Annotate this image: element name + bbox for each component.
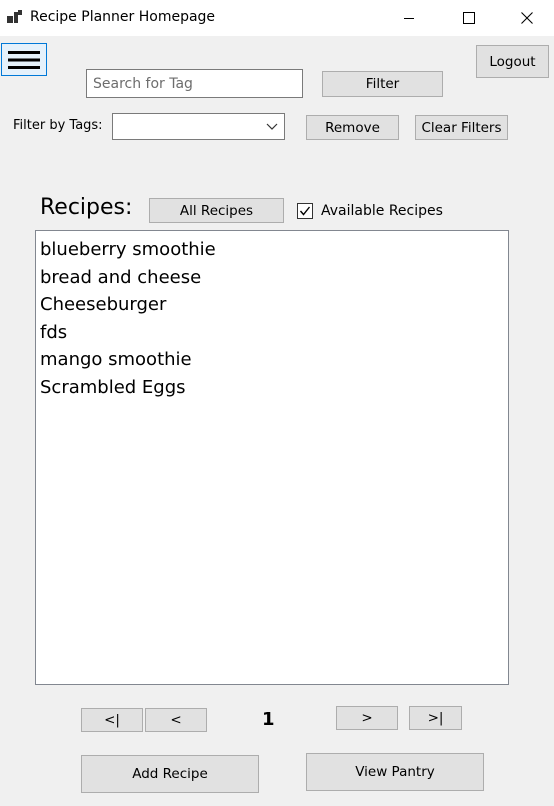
list-item[interactable]: blueberry smoothie bbox=[40, 236, 508, 264]
previous-page-button[interactable]: < bbox=[145, 708, 207, 732]
list-item[interactable]: mango smoothie bbox=[40, 346, 508, 374]
remove-tag-button[interactable]: Remove bbox=[306, 115, 399, 140]
logout-button[interactable]: Logout bbox=[476, 45, 549, 78]
menu-button[interactable] bbox=[1, 43, 47, 76]
add-recipe-button[interactable]: Add Recipe bbox=[81, 755, 259, 793]
next-page-button[interactable]: > bbox=[336, 706, 398, 730]
search-input[interactable]: Search for Tag bbox=[86, 69, 303, 98]
available-recipes-checkbox[interactable] bbox=[297, 203, 313, 219]
recipes-heading: Recipes: bbox=[40, 195, 133, 220]
first-page-button[interactable]: <| bbox=[81, 708, 143, 732]
tag-dropdown[interactable] bbox=[112, 113, 285, 140]
list-item[interactable]: Cheeseburger bbox=[40, 291, 508, 319]
filter-button[interactable]: Filter bbox=[322, 71, 443, 97]
hamburger-icon bbox=[8, 50, 40, 69]
available-recipes-label: Available Recipes bbox=[321, 203, 443, 219]
filter-tags-label: Filter by Tags: bbox=[13, 118, 103, 133]
view-pantry-button[interactable]: View Pantry bbox=[306, 753, 484, 791]
list-item[interactable]: bread and cheese bbox=[40, 264, 508, 292]
title-bar: Recipe Planner Homepage bbox=[0, 0, 554, 36]
last-page-button[interactable]: >| bbox=[409, 706, 462, 730]
app-icon bbox=[7, 10, 22, 23]
list-item[interactable]: fds bbox=[40, 319, 508, 347]
minimize-button[interactable] bbox=[380, 0, 438, 36]
all-recipes-button[interactable]: All Recipes bbox=[149, 198, 284, 223]
page-number: 1 bbox=[262, 709, 275, 730]
clear-filters-button[interactable]: Clear Filters bbox=[415, 115, 508, 140]
list-item[interactable]: Scrambled Eggs bbox=[40, 374, 508, 402]
maximize-button[interactable] bbox=[440, 0, 498, 36]
close-button[interactable] bbox=[498, 0, 554, 36]
minimize-icon bbox=[404, 18, 414, 19]
close-icon bbox=[521, 12, 533, 24]
checkmark-icon bbox=[299, 206, 311, 216]
window-title: Recipe Planner Homepage bbox=[30, 9, 216, 25]
maximize-icon bbox=[463, 12, 475, 24]
recipe-list[interactable]: blueberry smoothie bread and cheese Chee… bbox=[35, 230, 509, 685]
chevron-down-icon bbox=[266, 123, 278, 130]
